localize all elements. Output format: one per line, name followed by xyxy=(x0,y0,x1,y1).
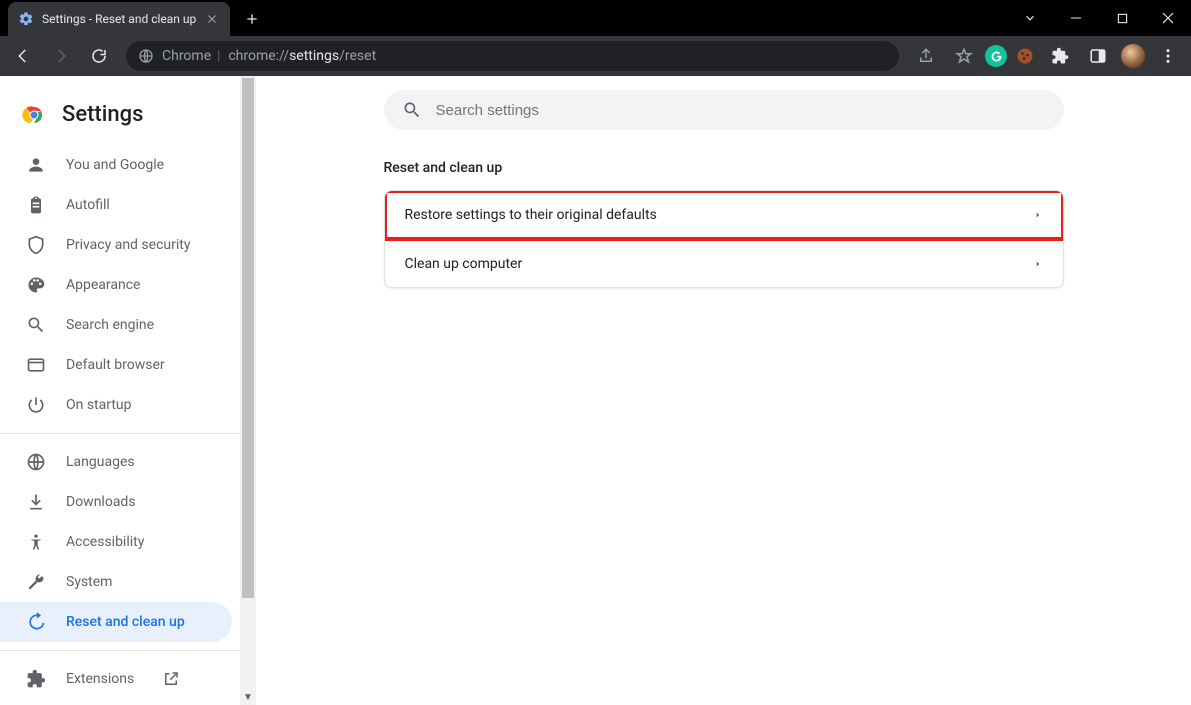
settings-header: Settings xyxy=(0,92,256,145)
sidebar-item-label: Downloads xyxy=(66,494,136,510)
browser-window-icon xyxy=(26,355,46,375)
wrench-icon xyxy=(26,572,46,592)
sidebar-item-default-browser[interactable]: Default browser xyxy=(0,345,256,385)
omnibox-separator: | xyxy=(217,49,220,64)
bookmark-star-icon[interactable] xyxy=(947,39,981,73)
scroll-down-icon[interactable]: ▼ xyxy=(240,689,256,705)
chrome-menu-button[interactable] xyxy=(1151,39,1185,73)
search-icon xyxy=(402,100,422,120)
sidebar-item-privacy[interactable]: Privacy and security xyxy=(0,225,256,265)
settings-page: Settings You and Google Autofill Privacy… xyxy=(0,76,1191,705)
sidebar-item-autofill[interactable]: Autofill xyxy=(0,185,256,225)
chrome-logo-icon xyxy=(22,103,46,127)
sidebar-item-accessibility[interactable]: Accessibility xyxy=(0,522,256,562)
sidebar-item-label: Accessibility xyxy=(66,534,144,550)
nav-forward-button[interactable] xyxy=(44,39,78,73)
settings-search-box[interactable] xyxy=(384,90,1064,130)
new-tab-button[interactable] xyxy=(238,5,266,33)
sidebar-item-appearance[interactable]: Appearance xyxy=(0,265,256,305)
tab-title: Settings - Reset and clean up xyxy=(42,12,196,26)
omnibox[interactable]: Chrome | chrome://settings/reset xyxy=(126,41,899,71)
window-controls xyxy=(1007,0,1191,36)
restore-defaults-row[interactable]: Restore settings to their original defau… xyxy=(385,191,1063,239)
window-minimize-button[interactable] xyxy=(1053,3,1099,33)
settings-main: Reset and clean up Restore settings to t… xyxy=(256,76,1191,705)
extensions-puzzle-icon[interactable] xyxy=(1043,39,1077,73)
browser-tab[interactable]: Settings - Reset and clean up xyxy=(8,2,230,36)
chevron-right-icon xyxy=(1033,210,1043,220)
settings-sidebar: Settings You and Google Autofill Privacy… xyxy=(0,76,256,705)
sidebar-item-label: Extensions xyxy=(66,671,134,687)
sidebar-item-label: You and Google xyxy=(66,157,164,173)
extension-cookie-icon[interactable] xyxy=(1011,42,1039,70)
window-close-button[interactable] xyxy=(1145,3,1191,33)
browser-titlebar: Settings - Reset and clean up xyxy=(0,0,1191,36)
tab-close-button[interactable] xyxy=(204,11,220,27)
nav-reload-button[interactable] xyxy=(82,39,116,73)
omnibox-url: chrome://settings/reset xyxy=(228,48,376,64)
row-label: Clean up computer xyxy=(405,256,523,272)
settings-search-input[interactable] xyxy=(436,102,1046,119)
sidebar-item-extensions[interactable]: Extensions xyxy=(0,659,256,699)
sidebar-item-label: System xyxy=(66,574,112,590)
sidebar-item-you-and-google[interactable]: You and Google xyxy=(0,145,256,185)
sidebar-item-system[interactable]: System xyxy=(0,562,256,602)
download-icon xyxy=(26,492,46,512)
globe-icon xyxy=(26,452,46,472)
clean-up-computer-row[interactable]: Clean up computer xyxy=(385,239,1063,287)
sidebar-item-languages[interactable]: Languages xyxy=(0,442,256,482)
page-title: Settings xyxy=(62,102,143,127)
profile-avatar[interactable] xyxy=(1119,42,1147,70)
chevron-down-icon[interactable] xyxy=(1007,3,1053,33)
sidebar-item-label: Languages xyxy=(66,454,135,470)
chevron-right-icon xyxy=(1033,259,1043,269)
site-info-icon[interactable] xyxy=(138,48,154,64)
shield-icon xyxy=(26,235,46,255)
sidebar-item-label: Reset and clean up xyxy=(66,614,185,630)
section-title: Reset and clean up xyxy=(384,160,1064,176)
sidebar-item-label: Search engine xyxy=(66,317,154,333)
omnibox-label: Chrome xyxy=(162,48,211,64)
share-icon[interactable] xyxy=(909,39,943,73)
open-in-new-icon xyxy=(162,670,180,688)
person-icon xyxy=(26,155,46,175)
row-label: Restore settings to their original defau… xyxy=(405,207,657,223)
sidebar-item-label: On startup xyxy=(66,397,132,413)
puzzle-icon xyxy=(26,669,46,689)
sidebar-item-label: Appearance xyxy=(66,277,140,293)
sidebar-item-label: Default browser xyxy=(66,357,165,373)
sidebar-item-label: Autofill xyxy=(66,197,110,213)
power-icon xyxy=(26,395,46,415)
sidebar-item-on-startup[interactable]: On startup xyxy=(0,385,256,425)
sidebar-scrollbar[interactable]: ▲ ▼ xyxy=(240,76,256,705)
restore-icon xyxy=(26,612,46,632)
accessibility-icon xyxy=(26,532,46,552)
palette-icon xyxy=(26,275,46,295)
nav-back-button[interactable] xyxy=(6,39,40,73)
settings-gear-icon xyxy=(18,11,34,27)
sidebar-item-reset[interactable]: Reset and clean up xyxy=(0,602,232,642)
sidebar-item-downloads[interactable]: Downloads xyxy=(0,482,256,522)
clipboard-icon xyxy=(26,195,46,215)
extension-grammarly-icon[interactable] xyxy=(985,45,1007,67)
sidebar-separator xyxy=(0,433,256,434)
sidebar-item-label: Privacy and security xyxy=(66,237,190,253)
browser-toolbar: Chrome | chrome://settings/reset xyxy=(0,36,1191,76)
reset-card: Restore settings to their original defau… xyxy=(384,190,1064,288)
search-icon xyxy=(26,315,46,335)
side-panel-icon[interactable] xyxy=(1081,39,1115,73)
scroll-thumb[interactable] xyxy=(242,78,254,598)
sidebar-separator xyxy=(0,650,256,651)
window-maximize-button[interactable] xyxy=(1099,3,1145,33)
sidebar-item-search-engine[interactable]: Search engine xyxy=(0,305,256,345)
